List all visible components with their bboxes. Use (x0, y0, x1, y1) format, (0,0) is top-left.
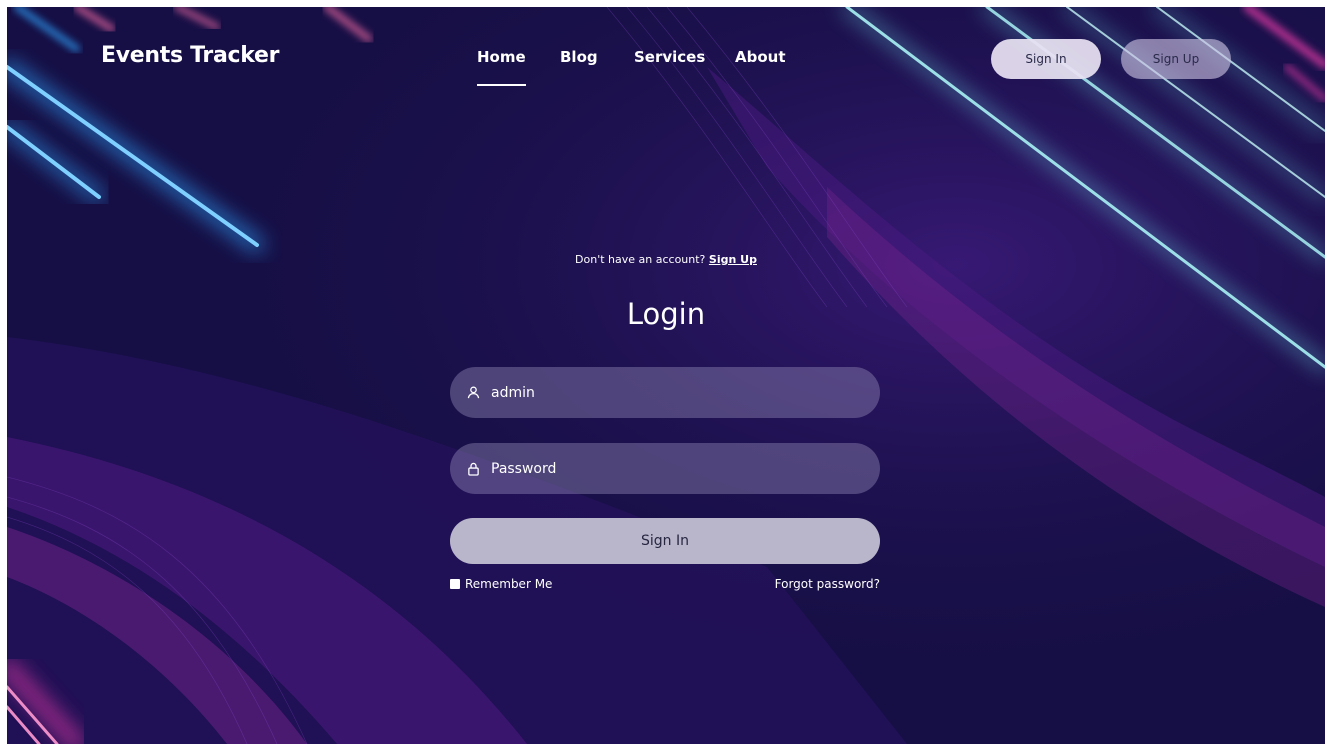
account-prompt: Don't have an account? Sign Up (7, 253, 1325, 266)
header-sign-up-button[interactable]: Sign Up (1121, 39, 1231, 79)
nav-link-home[interactable]: Home (477, 48, 526, 86)
username-field[interactable] (450, 367, 880, 418)
lock-icon (465, 461, 481, 477)
remember-me-checkbox[interactable] (450, 579, 460, 589)
nav-link-services[interactable]: Services (634, 48, 705, 66)
sign-in-button[interactable]: Sign In (450, 518, 880, 564)
remember-me: Remember Me (450, 577, 552, 591)
account-prompt-text: Don't have an account? (575, 253, 706, 266)
sign-up-link[interactable]: Sign Up (709, 253, 757, 266)
forgot-password-link[interactable]: Forgot password? (775, 577, 880, 591)
user-icon (465, 385, 481, 401)
login-title: Login (626, 297, 706, 331)
brand-logo[interactable]: Events Tracker (101, 43, 279, 68)
header-sign-in-button[interactable]: Sign In (991, 39, 1101, 79)
password-field[interactable] (450, 443, 880, 494)
username-input[interactable] (489, 383, 853, 402)
app-frame: Events Tracker Home Blog Services About … (7, 7, 1325, 744)
nav-link-about[interactable]: About (735, 48, 786, 66)
nav-link-blog[interactable]: Blog (560, 48, 598, 66)
remember-me-label: Remember Me (465, 577, 553, 591)
password-input[interactable] (489, 459, 853, 478)
